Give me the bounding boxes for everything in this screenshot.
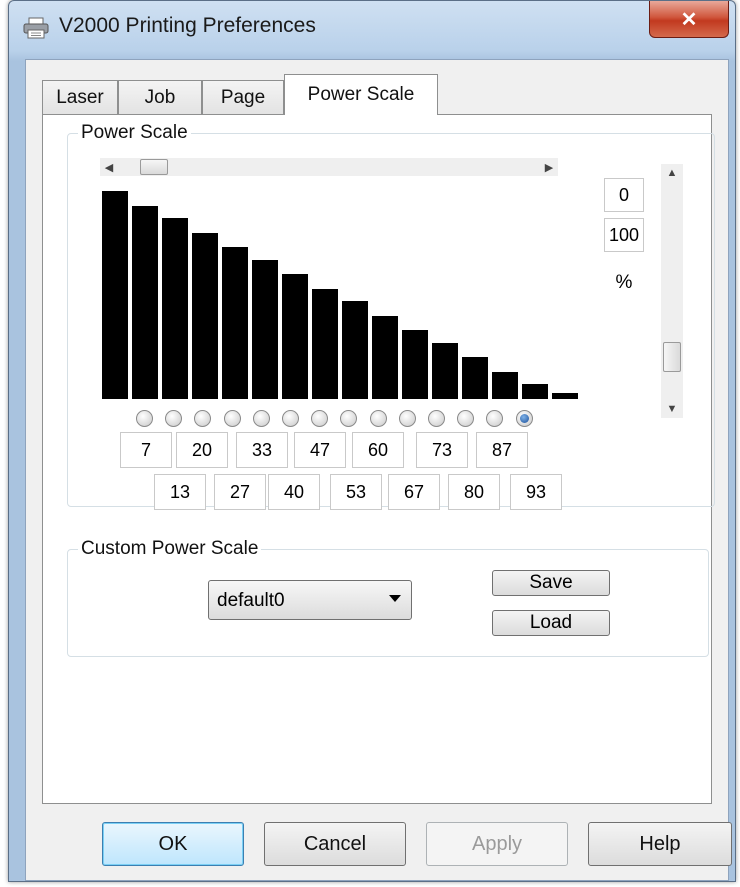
level-value-field[interactable]: 13 (154, 474, 206, 510)
custom-scale-dropdown[interactable]: default0 (208, 580, 412, 620)
title-bar[interactable]: V2000 Printing Preferences ✕ (9, 1, 735, 56)
cancel-button[interactable]: Cancel (264, 822, 406, 866)
custom-scale-selected-value: default0 (217, 590, 285, 611)
power-level-bar (222, 247, 248, 399)
help-button[interactable]: Help (588, 822, 732, 866)
level-radio-button[interactable] (282, 410, 299, 427)
power-level-bar (132, 206, 158, 399)
power-scale-group: Power Scale ◀ ▶ 0 100 % ▲ ▼ 7 20 33 47 60 73 8… (67, 122, 715, 510)
level-radio-button[interactable] (398, 410, 416, 427)
level-radio-button[interactable] (369, 410, 387, 427)
printer-icon (23, 17, 49, 39)
level-radio-button[interactable] (486, 410, 504, 427)
tab-laser[interactable]: Laser (42, 80, 118, 114)
level-radio-button[interactable] (457, 410, 475, 427)
power-level-bar (192, 233, 218, 399)
tab-power-scale[interactable]: Power Scale (284, 74, 438, 115)
power-level-bar (252, 260, 278, 399)
power-level-bars (102, 189, 582, 399)
level-value-field[interactable]: 27 (214, 474, 266, 510)
tab-job[interactable]: Job (118, 80, 202, 114)
power-level-bar (552, 393, 578, 399)
tab-page[interactable]: Page (202, 80, 284, 114)
level-radio-button[interactable] (428, 410, 445, 427)
power-level-bar (522, 384, 548, 399)
ok-button[interactable]: OK (102, 822, 244, 866)
power-scale-tab-panel: Power Scale ◀ ▶ 0 100 % ▲ ▼ 7 20 33 47 60 73 8… (42, 114, 715, 804)
power-scale-group-label: Power Scale (78, 122, 191, 144)
level-value-field[interactable]: 40 (268, 474, 320, 510)
custom-power-scale-group: Custom Power Scale default0 Save Load (67, 538, 709, 657)
level-value-field[interactable]: 73 (416, 432, 468, 468)
scroll-left-icon[interactable]: ◀ (100, 158, 118, 176)
save-button[interactable]: Save (492, 570, 610, 596)
vertical-scroll-thumb[interactable] (663, 342, 681, 372)
level-value-field[interactable]: 7 (120, 432, 172, 468)
level-value-field[interactable]: 93 (510, 474, 562, 510)
chevron-down-icon (389, 595, 401, 602)
level-radio-button[interactable] (165, 410, 183, 427)
power-level-bar (162, 218, 188, 399)
level-radio-button[interactable] (515, 410, 533, 427)
dialog-client-area: Laser Job Page Power Scale Power Scale ◀… (25, 59, 732, 881)
percent-unit-label: % (615, 272, 633, 293)
scroll-up-icon[interactable]: ▲ (661, 164, 683, 182)
level-radio-button[interactable] (136, 410, 153, 427)
custom-power-scale-group-label: Custom Power Scale (78, 538, 262, 560)
level-value-field[interactable]: 53 (330, 474, 382, 510)
level-value-field[interactable]: 47 (294, 432, 346, 468)
power-level-bar (312, 289, 338, 399)
power-level-bar (432, 343, 458, 399)
printing-preferences-window: V2000 Printing Preferences ✕ Laser Job P… (8, 0, 736, 882)
level-radio-button[interactable] (223, 410, 241, 427)
apply-button[interactable]: Apply (426, 822, 568, 866)
close-button[interactable]: ✕ (649, 1, 729, 38)
power-level-bar (282, 274, 308, 399)
power-level-bar (402, 330, 428, 399)
close-icon: ✕ (680, 8, 698, 31)
level-value-field[interactable]: 20 (176, 432, 228, 468)
horizontal-scroll-thumb[interactable] (140, 159, 168, 175)
level-radio-button[interactable] (194, 410, 212, 427)
range-min-field[interactable]: 0 (604, 178, 644, 212)
power-level-bar (102, 191, 128, 399)
level-value-field[interactable]: 67 (388, 474, 440, 510)
power-level-bar (342, 301, 368, 399)
level-radio-button[interactable] (311, 410, 329, 427)
level-value-field[interactable]: 33 (236, 432, 288, 468)
level-value-field[interactable]: 60 (352, 432, 404, 468)
power-level-bar (372, 316, 398, 399)
vertical-scrollbar[interactable]: ▲ ▼ (661, 164, 683, 418)
range-max-field[interactable]: 100 (604, 218, 644, 252)
level-radio-button[interactable] (252, 410, 270, 427)
scroll-down-icon[interactable]: ▼ (661, 400, 683, 418)
level-radio-button[interactable] (340, 410, 358, 427)
window-title: V2000 Printing Preferences (59, 14, 316, 37)
horizontal-scrollbar[interactable]: ◀ ▶ (100, 158, 558, 176)
level-value-field[interactable]: 80 (448, 474, 500, 510)
scroll-right-icon[interactable]: ▶ (540, 158, 558, 176)
load-button[interactable]: Load (492, 610, 610, 636)
power-level-bar (462, 357, 488, 399)
level-value-field[interactable]: 87 (476, 432, 528, 468)
power-level-bar (492, 372, 518, 399)
